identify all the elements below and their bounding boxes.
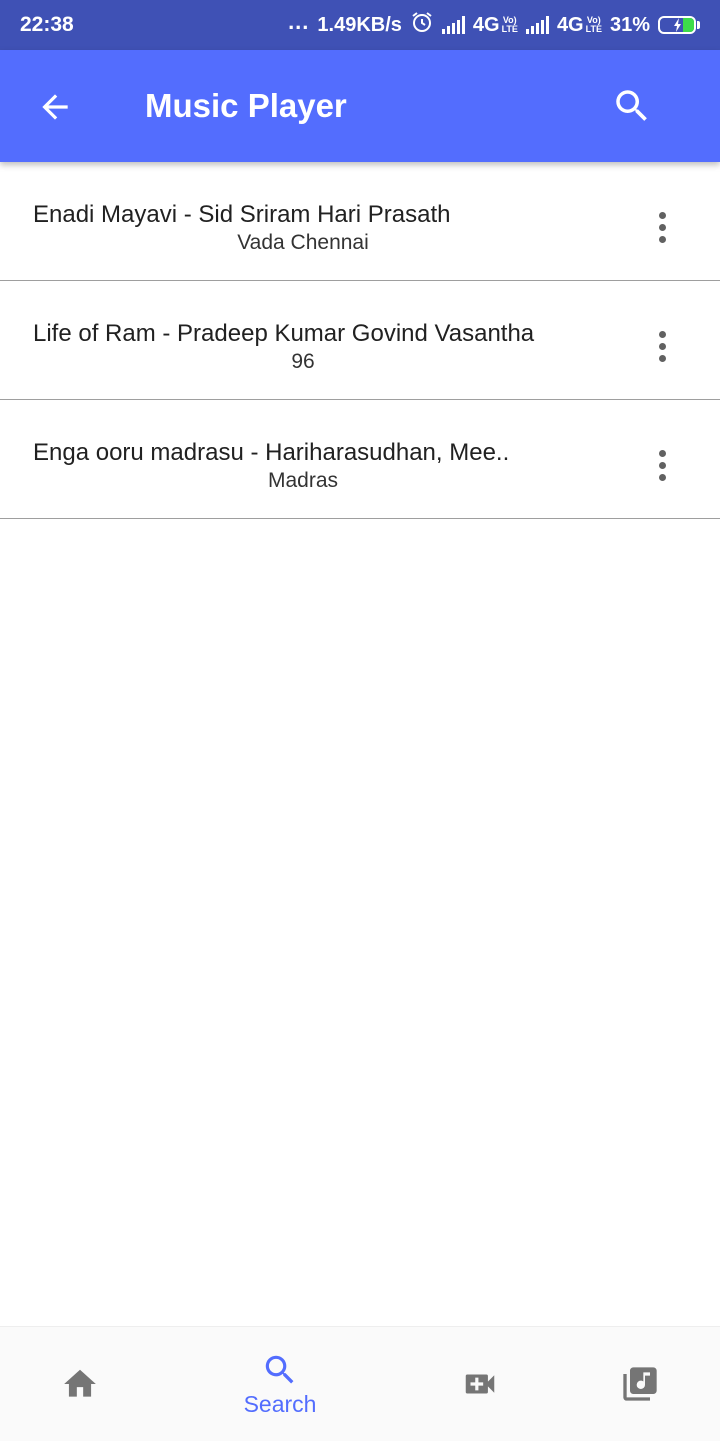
status-bar: 22:38 ... 1.49KB/s 4G Vo) LTE 4G Vo) LTE 3… <box>0 0 720 50</box>
music-library-icon <box>623 1367 657 1401</box>
network-speed: 1.49KB/s <box>317 13 402 36</box>
back-button[interactable] <box>30 82 80 132</box>
volte-icon: Vo) LTE <box>585 15 602 34</box>
song-album: Madras <box>267 469 339 492</box>
battery-percent: 31% <box>609 13 650 36</box>
nav-search[interactable]: Search <box>190 1327 370 1441</box>
song-album: 96 <box>291 350 315 373</box>
list-item[interactable]: Life of Ram - Pradeep Kumar Govind Vasan… <box>0 281 720 400</box>
status-icons: ... 1.49KB/s 4G Vo) LTE 4G Vo) LTE 31% <box>288 9 700 40</box>
list-item[interactable]: Enadi Mayavi - Sid Sriram Hari Prasath V… <box>0 162 720 281</box>
more-vert-icon <box>658 449 666 457</box>
more-options-button[interactable] <box>640 321 684 371</box>
song-list: Enadi Mayavi - Sid Sriram Hari Prasath V… <box>0 162 720 519</box>
status-time: 22:38 <box>20 13 74 36</box>
bottom-navigation: Search <box>0 1326 720 1441</box>
nav-home[interactable] <box>0 1327 170 1441</box>
signal-icon <box>525 16 549 34</box>
search-icon <box>265 1355 294 1383</box>
arrow-back-icon <box>42 94 68 120</box>
app-bar: Music Player <box>0 50 720 162</box>
song-title: Life of Ram - Pradeep Kumar Govind Vasan… <box>33 320 535 347</box>
list-item[interactable]: Enga ooru madrasu - Hariharasudhan, Mee.… <box>0 400 720 519</box>
more-vert-icon <box>658 330 666 338</box>
search-icon <box>616 90 647 121</box>
more-options-button[interactable] <box>640 202 684 252</box>
video-add-icon <box>465 1374 495 1394</box>
alarm-icon <box>410 10 434 40</box>
nav-library[interactable] <box>550 1327 720 1441</box>
battery-icon <box>658 16 700 34</box>
song-title: Enga ooru madrasu - Hariharasudhan, Mee.… <box>33 439 510 466</box>
nav-video[interactable] <box>390 1327 570 1441</box>
signal-icon <box>441 16 465 34</box>
page-title: Music Player <box>145 87 347 124</box>
home-icon <box>64 1369 96 1397</box>
song-album: Vada Chennai <box>237 231 369 254</box>
search-button[interactable] <box>606 80 658 132</box>
network-type-2: 4G Vo) LTE <box>556 13 602 36</box>
status-dots: ... <box>288 9 310 34</box>
more-options-button[interactable] <box>640 440 684 490</box>
nav-search-label: Search <box>243 1390 317 1417</box>
volte-icon: Vo) LTE <box>501 15 518 34</box>
song-title: Enadi Mayavi - Sid Sriram Hari Prasath <box>33 201 451 228</box>
more-vert-icon <box>658 211 666 219</box>
network-type-1: 4G Vo) LTE <box>472 13 518 36</box>
